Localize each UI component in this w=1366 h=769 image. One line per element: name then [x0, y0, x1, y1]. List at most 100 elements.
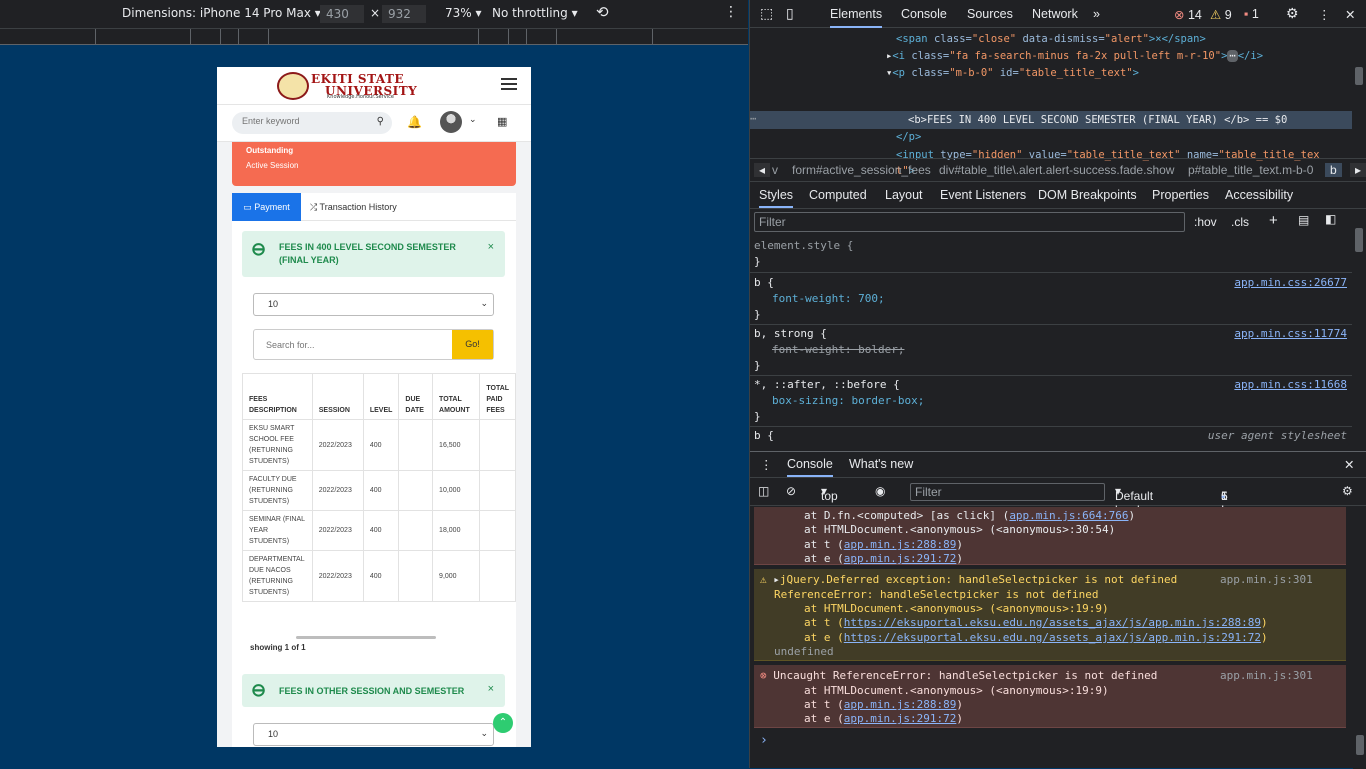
dom-scrollbar[interactable]	[1352, 29, 1366, 154]
dom-tree[interactable]: <span class="close" data-dismiss="alert"…	[750, 29, 1353, 177]
more-tabs-icon[interactable]: »	[1093, 7, 1100, 21]
close-icon[interactable]: ×	[488, 241, 494, 253]
clear-console-icon[interactable]: ⊘	[786, 484, 796, 498]
gear-icon[interactable]: ⚙	[1286, 5, 1299, 22]
col-header: DUE DATE	[398, 373, 434, 420]
tab-console[interactable]: Console	[901, 7, 947, 21]
table-cell-paid	[479, 510, 516, 551]
table-cell-level: 400	[362, 550, 400, 602]
device-toggle-icon[interactable]: ▯	[786, 5, 794, 22]
tab-accessibility[interactable]: Accessibility	[1225, 188, 1293, 202]
chevron-down-icon: ⌄	[480, 728, 488, 738]
levels-select[interactable]: Default levels ▾	[1115, 484, 1153, 517]
css-source-link[interactable]: app.min.css:11774	[1234, 327, 1347, 340]
styles-scrollbar[interactable]	[1352, 210, 1366, 448]
col-header: TOTAL PAID FEES	[479, 373, 516, 420]
page-size-select[interactable]: 10 ⌄	[253, 293, 494, 316]
more-icon[interactable]: ⋮	[1318, 7, 1331, 22]
close-icon[interactable]: ✕	[1344, 457, 1354, 472]
rotate-icon[interactable]: ⟲	[596, 3, 609, 21]
warning-count[interactable]: ⚠ 9	[1210, 7, 1232, 22]
tab-transaction-history[interactable]: ⤮ Transaction History	[310, 193, 397, 221]
breadcrumb-right-icon[interactable]: ▸	[1350, 163, 1366, 177]
tab-computed[interactable]: Computed	[809, 188, 867, 202]
width-input[interactable]: 430	[320, 5, 364, 23]
inspect-icon[interactable]: ⬚	[760, 5, 773, 22]
tab-layout[interactable]: Layout	[885, 188, 923, 202]
sidebar-toggle-icon[interactable]: ◧	[1325, 212, 1336, 226]
breadcrumb-left-icon[interactable]: ◂	[754, 163, 771, 177]
scroll-top-icon[interactable]: ⌃	[493, 713, 513, 733]
throttle-select[interactable]: No throttling ▾	[492, 6, 578, 20]
breadcrumb-item[interactable]: div#table_title\.alert.alert-success.fad…	[939, 163, 1174, 177]
search-icon[interactable]: ⚲	[377, 116, 384, 127]
selected-node[interactable]: <b>FEES IN 400 LEVEL SECOND SEMESTER (FI…	[908, 114, 1287, 126]
context-select[interactable]: top ▾	[821, 484, 838, 503]
tab-console-drawer[interactable]: Console	[787, 457, 833, 477]
cls-toggle[interactable]: .cls	[1231, 215, 1249, 229]
gear-icon[interactable]: ⚙	[1342, 484, 1353, 498]
bell-icon[interactable]: 🔔	[407, 115, 422, 129]
height-input[interactable]: 932	[382, 5, 426, 23]
issues-count[interactable]: ▪ 1	[1244, 7, 1259, 21]
source-link[interactable]: app.min.js:301	[1220, 573, 1313, 586]
error-count[interactable]: ⊗ 14	[1174, 7, 1202, 22]
avatar[interactable]	[440, 111, 462, 133]
apps-grid-icon[interactable]: ▦	[497, 115, 507, 128]
col-header: FEES DESCRIPTION	[242, 373, 313, 420]
tab-event-listeners[interactable]: Event Listeners	[940, 188, 1026, 202]
close-icon[interactable]: ×	[488, 683, 494, 695]
breadcrumb-item[interactable]: p#table_title_text.m-b-0	[1188, 163, 1313, 177]
keyword-input[interactable]	[242, 116, 372, 126]
breadcrumb-item[interactable]: b	[1325, 163, 1342, 177]
sidebar-icon[interactable]: ◫	[758, 484, 769, 498]
source-link[interactable]: app.min.js:291:72	[844, 712, 957, 725]
device-select[interactable]: Dimensions: iPhone 14 Pro Max ▾	[122, 6, 321, 20]
source-link[interactable]: app.min.js:664:766	[1009, 509, 1128, 522]
source-link[interactable]: app.min.js:291:72	[844, 552, 957, 565]
console-filter-input[interactable]: Filter	[910, 483, 1105, 501]
tab-elements[interactable]: Elements	[830, 7, 883, 28]
chevron-down-icon[interactable]: ⌄	[469, 115, 477, 125]
close-icon[interactable]: ✕	[1345, 7, 1355, 22]
console-scrollbar[interactable]	[1353, 507, 1366, 769]
source-link[interactable]: app.min.js:288:89	[844, 698, 957, 711]
table-scrollbar[interactable]	[296, 636, 436, 639]
zoom-select[interactable]: 73% ▾	[445, 6, 482, 20]
source-link[interactable]: app.min.js:288:89	[844, 538, 957, 551]
tab-dom-breakpoints[interactable]: DOM Breakpoints	[1038, 188, 1137, 202]
drawer-menu-icon[interactable]: ⋮	[760, 457, 773, 472]
table-search-input[interactable]: Search for...	[266, 340, 315, 350]
eye-icon[interactable]: ◉	[875, 484, 885, 498]
go-button[interactable]: Go!	[452, 330, 493, 359]
times-sign: ×	[370, 6, 381, 20]
source-link[interactable]: app.min.js:301	[1220, 669, 1313, 682]
css-source-link[interactable]: app.min.css:26677	[1234, 276, 1347, 289]
tab-whats-new[interactable]: What's new	[849, 457, 913, 471]
paint-icon[interactable]: ▤	[1298, 213, 1309, 227]
other-fees-alert: ⊖ FEES IN OTHER SESSION AND SEMESTER ×	[242, 674, 505, 707]
css-source-link[interactable]: app.min.css:11668	[1234, 378, 1347, 391]
tab-payment[interactable]: ▭ Payment	[232, 193, 301, 221]
page-size-select[interactable]: 10 ⌄	[253, 723, 494, 746]
source-link[interactable]: https://eksuportal.eksu.edu.ng/assets_aj…	[844, 616, 1261, 629]
console-prompt[interactable]: ›	[760, 733, 768, 748]
tab-properties[interactable]: Properties	[1152, 188, 1209, 202]
styles-filter-input[interactable]: Filter	[754, 212, 1185, 232]
more-icon[interactable]: ⋮	[724, 4, 738, 20]
media-query-ruler[interactable]	[0, 28, 748, 45]
seal-icon	[277, 72, 309, 100]
breadcrumb-item[interactable]: form#active_session_fees	[792, 163, 931, 177]
source-link[interactable]: https://eksuportal.eksu.edu.ng/assets_aj…	[844, 631, 1261, 644]
hamburger-menu-icon[interactable]	[501, 78, 517, 91]
university-logo[interactable]: EKITI STATE UNIVERSITY Knowledge.Honour.…	[277, 72, 419, 100]
tab-network[interactable]: Network	[1032, 7, 1078, 21]
tab-styles[interactable]: Styles	[759, 188, 794, 208]
new-rule-icon[interactable]: +	[1269, 212, 1278, 229]
console-output[interactable]: at D.fn.<computed> [as click] (app.min.j…	[750, 507, 1353, 769]
breadcrumb-item[interactable]: v	[772, 163, 778, 177]
table-row: EKSU SMART SCHOOL FEE (RETURNING STUDENT…	[242, 419, 516, 471]
styles-pane[interactable]: element.style { } b { app.min.css:26677 …	[750, 236, 1353, 448]
tab-sources[interactable]: Sources	[967, 7, 1013, 21]
hov-toggle[interactable]: :hov	[1194, 215, 1217, 229]
